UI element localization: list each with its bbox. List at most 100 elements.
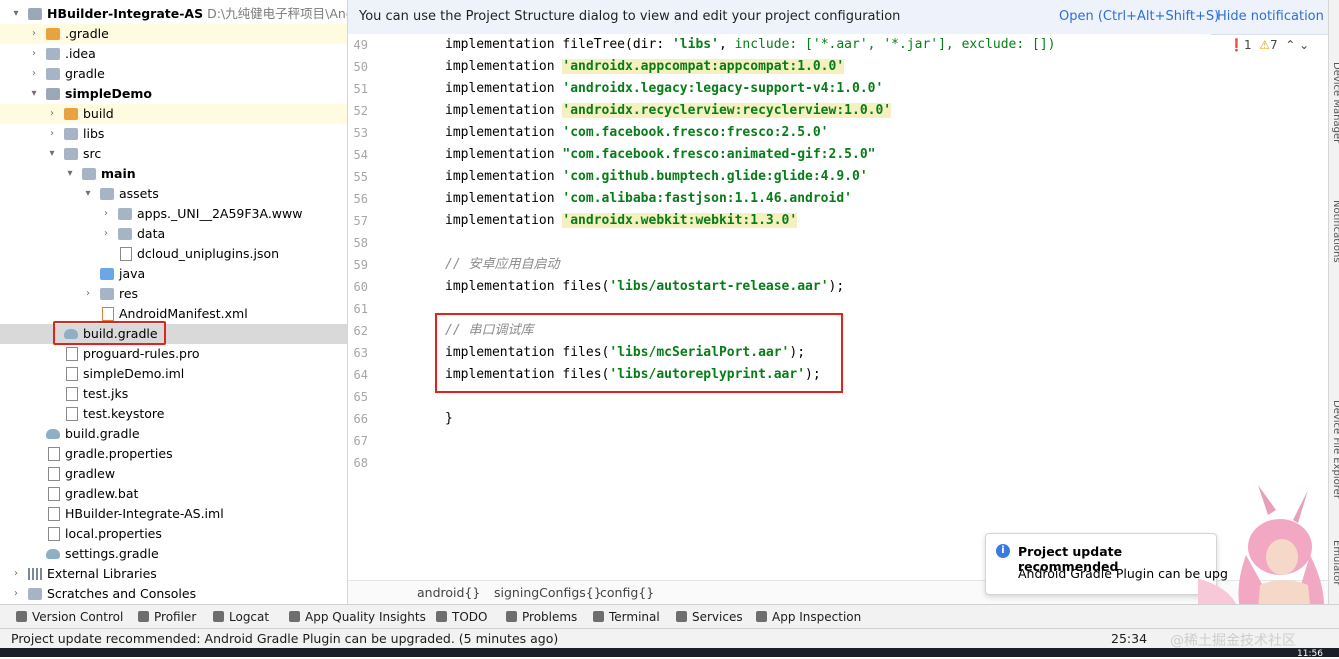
tool-terminal[interactable]: Terminal bbox=[593, 610, 660, 624]
chevron-right-icon[interactable]: › bbox=[82, 284, 94, 304]
tree-item-data[interactable]: › data bbox=[0, 224, 347, 244]
chevron-down-icon[interactable]: ⌄ bbox=[1299, 38, 1309, 52]
code-line: implementation "com.facebook.fresco:anim… bbox=[445, 144, 875, 166]
chevron-right-icon[interactable]: › bbox=[28, 44, 40, 64]
tree-item-settings-gradle[interactable]: settings.gradle bbox=[0, 544, 347, 564]
tree-item-apps[interactable]: › apps._UNI__2A59F3A.www bbox=[0, 204, 347, 224]
chevron-right-icon[interactable]: › bbox=[28, 64, 40, 84]
tool-services[interactable]: Services bbox=[676, 610, 743, 624]
tree-item-gradlew-bat[interactable]: gradlew.bat bbox=[0, 484, 347, 504]
folder-icon bbox=[46, 28, 60, 40]
iml-file-icon bbox=[48, 507, 60, 521]
update-notification-popup[interactable]: i Project update recommended Android Gra… bbox=[985, 533, 1228, 595]
tree-item-scratches[interactable]: › Scratches and Consoles bbox=[0, 584, 347, 604]
breadcrumb-item[interactable]: signingConfigs{} bbox=[494, 585, 602, 600]
code-line: implementation 'com.facebook.fresco:fres… bbox=[445, 122, 829, 144]
tree-item-gradle-properties[interactable]: gradle.properties bbox=[0, 444, 347, 464]
tree-item-label: .gradle bbox=[65, 26, 109, 41]
tree-item-label: main bbox=[101, 166, 136, 181]
chevron-right-icon[interactable]: › bbox=[100, 224, 112, 244]
logcat-icon bbox=[213, 611, 224, 622]
tree-item-gradle-dir[interactable]: › .gradle bbox=[0, 24, 347, 44]
tree-item-simpledemo-iml[interactable]: simpleDemo.iml bbox=[0, 364, 347, 384]
tree-item-proguard[interactable]: proguard-rules.pro bbox=[0, 344, 347, 364]
info-icon: i bbox=[996, 544, 1010, 558]
tree-root[interactable]: ▾ HBuilder-Integrate-AS D:\九纯健电子秤项目\Andr… bbox=[0, 4, 347, 24]
tree-item-external-libraries[interactable]: › External Libraries bbox=[0, 564, 347, 584]
chevron-right-icon[interactable]: › bbox=[28, 24, 40, 44]
line-number: 55 bbox=[353, 170, 368, 184]
line-number: 64 bbox=[353, 368, 368, 382]
breadcrumb-item[interactable]: config{} bbox=[600, 585, 654, 600]
tree-item-main[interactable]: ▾ main bbox=[0, 164, 347, 184]
line-number: 58 bbox=[353, 236, 368, 250]
tree-item-root-build-gradle[interactable]: build.gradle bbox=[0, 424, 347, 444]
tree-item-gradle[interactable]: › gradle bbox=[0, 64, 347, 84]
tree-item-res[interactable]: › res bbox=[0, 284, 347, 304]
code-text: implementation files( bbox=[445, 279, 610, 294]
chevron-right-icon[interactable]: › bbox=[46, 124, 58, 144]
warning-icon: ⚠ bbox=[1259, 38, 1270, 52]
tool-profiler[interactable]: Profiler bbox=[138, 610, 196, 624]
tool-app-quality-insights[interactable]: App Quality Insights bbox=[289, 610, 426, 624]
tree-item-build[interactable]: › build bbox=[0, 104, 347, 124]
tool-problems[interactable]: Problems bbox=[506, 610, 577, 624]
code-editor[interactable]: 49 50 51 52 53 54 55 56 57 58 59 60 61 62 63 64 65 66 67 68… bbox=[348, 34, 1211, 578]
tree-item-label: assets bbox=[119, 186, 159, 201]
code-string: 'libs/autostart-release.aar' bbox=[609, 279, 829, 294]
code-string: 'androidx.recyclerview:recyclerview:1.0.… bbox=[562, 103, 892, 118]
tree-item-test-keystore[interactable]: test.keystore bbox=[0, 404, 347, 424]
chevron-up-icon[interactable]: ⌃ bbox=[1285, 38, 1295, 52]
tool-app-inspection[interactable]: App Inspection bbox=[756, 610, 861, 624]
chevron-down-icon[interactable]: ▾ bbox=[46, 144, 58, 164]
tree-item-test-jks[interactable]: test.jks bbox=[0, 384, 347, 404]
tool-todo[interactable]: TODO bbox=[436, 610, 487, 624]
chevron-right-icon[interactable]: › bbox=[10, 564, 22, 584]
caret-position[interactable]: 25:34 bbox=[1111, 631, 1147, 646]
code-text: , bbox=[718, 37, 735, 52]
os-taskbar bbox=[0, 648, 1339, 657]
folder-icon bbox=[100, 188, 114, 200]
tool-version-control[interactable]: Version Control bbox=[16, 610, 123, 624]
tree-item-label: build bbox=[83, 106, 114, 121]
chevron-right-icon[interactable]: › bbox=[46, 104, 58, 124]
folder-icon bbox=[64, 128, 78, 140]
tree-item-simpledemo[interactable]: ▾ simpleDemo bbox=[0, 84, 347, 104]
tab-device-manager[interactable]: Device Manager bbox=[1331, 62, 1339, 143]
tree-item-gradlew[interactable]: gradlew bbox=[0, 464, 347, 484]
status-bar: Project update recommended: Android Grad… bbox=[0, 628, 1339, 649]
tree-item-assets[interactable]: ▾ assets bbox=[0, 184, 347, 204]
text-file-icon bbox=[66, 407, 78, 421]
code-line: implementation files('libs/autostart-rel… bbox=[445, 276, 844, 298]
tab-notifications[interactable]: Notifications bbox=[1331, 200, 1339, 263]
chevron-down-icon[interactable]: ▾ bbox=[64, 164, 76, 184]
chevron-down-icon[interactable]: ▾ bbox=[10, 4, 22, 24]
tree-item-dcloud-json[interactable]: dcloud_uniplugins.json bbox=[0, 244, 347, 264]
tree-item-manifest[interactable]: AndroidManifest.xml bbox=[0, 304, 347, 324]
error-icon: ❗ bbox=[1229, 38, 1244, 52]
tree-item-idea[interactable]: › .idea bbox=[0, 44, 347, 64]
chevron-down-icon[interactable]: ▾ bbox=[28, 84, 40, 104]
line-number: 61 bbox=[353, 302, 368, 316]
inspection-widget[interactable]: ❗1 ⚠7 ⌃ ⌄ bbox=[1229, 38, 1309, 52]
chevron-right-icon[interactable]: › bbox=[100, 204, 112, 224]
chevron-down-icon[interactable]: ▾ bbox=[82, 184, 94, 204]
open-project-structure-link[interactable]: Open (Ctrl+Alt+Shift+S) bbox=[1059, 9, 1219, 24]
problems-icon bbox=[506, 611, 517, 622]
status-message[interactable]: Project update recommended: Android Grad… bbox=[11, 631, 558, 646]
root-project-path: D:\九纯健电子秤项目\Androi bbox=[207, 6, 347, 21]
tree-item-libs[interactable]: › libs bbox=[0, 124, 347, 144]
tool-logcat[interactable]: Logcat bbox=[213, 610, 269, 624]
folder-icon bbox=[46, 48, 60, 60]
tree-item-local-properties[interactable]: local.properties bbox=[0, 524, 347, 544]
tree-item-java[interactable]: java bbox=[0, 264, 347, 284]
breadcrumb-item[interactable]: android{} bbox=[417, 585, 480, 600]
branch-icon bbox=[16, 611, 27, 622]
folder-icon bbox=[118, 208, 132, 220]
code-text: ); bbox=[828, 279, 845, 294]
tree-item-src[interactable]: ▾ src bbox=[0, 144, 347, 164]
notification-bar: You can use the Project Structure dialog… bbox=[348, 0, 1339, 35]
tree-item-project-iml[interactable]: HBuilder-Integrate-AS.iml bbox=[0, 504, 347, 524]
chevron-right-icon[interactable]: › bbox=[10, 584, 22, 604]
hide-notification-link[interactable]: Hide notification bbox=[1217, 9, 1324, 24]
